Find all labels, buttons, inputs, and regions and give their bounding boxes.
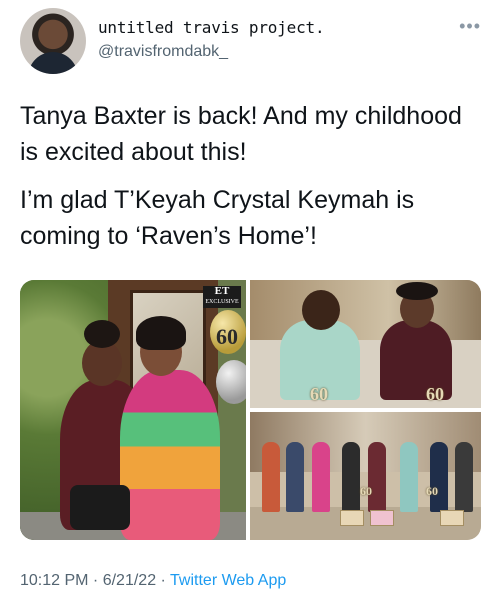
- source-app-link[interactable]: Twitter Web App: [170, 572, 286, 589]
- author-avatar[interactable]: [20, 8, 86, 74]
- author-handle[interactable]: @travisfromdabk_: [98, 43, 324, 61]
- tweet-paragraph-2: I’m glad T’Keyah Crystal Keymah is comin…: [20, 186, 415, 250]
- guest: [400, 442, 418, 512]
- avatar-shirt: [28, 52, 78, 74]
- meta-separator: ·: [88, 572, 103, 589]
- tweet-date[interactable]: 6/21/22: [103, 572, 156, 589]
- author-display-name[interactable]: untitled travis project.: [98, 18, 325, 37]
- woman-hair: [396, 282, 438, 300]
- more-options-icon[interactable]: •••: [459, 16, 481, 37]
- guest: [430, 442, 448, 512]
- tweet-time[interactable]: 10:12 PM: [20, 572, 88, 589]
- person-right-hair: [136, 316, 186, 350]
- photo-couch[interactable]: 60 60: [250, 280, 481, 408]
- man-head: [302, 290, 340, 330]
- balloon-60-right: 60: [426, 484, 438, 498]
- balloon: [216, 360, 246, 404]
- balloon-60: 60: [216, 324, 238, 349]
- person-left-hair: [84, 320, 120, 348]
- photo-party[interactable]: 60 60: [250, 412, 481, 540]
- meta-separator: ·: [156, 572, 171, 589]
- guest: [312, 442, 330, 512]
- et-logo: ET EXCLUSIVE: [203, 286, 241, 308]
- balloon-60-right: 60: [426, 384, 444, 404]
- et-logo-text: ET: [214, 285, 230, 297]
- gift-box: [370, 510, 394, 526]
- person-right-dress: [120, 370, 220, 540]
- handbag: [70, 485, 130, 530]
- gift-box: [340, 510, 364, 526]
- gift-box: [440, 510, 464, 526]
- guest: [262, 442, 280, 512]
- tweet-text: Tanya Baxter is back! And my childhood i…: [20, 98, 485, 266]
- tweet-header: untitled travis project. @travisfromdabk…: [20, 8, 485, 74]
- guest: [455, 442, 473, 512]
- balloon-60-left: 60: [310, 384, 328, 404]
- et-logo-sub: EXCLUSIVE: [205, 299, 239, 305]
- tweet-paragraph-1: Tanya Baxter is back! And my childhood i…: [20, 102, 462, 166]
- author-names: untitled travis project. @travisfromdabk…: [98, 18, 325, 61]
- balloon-60-left: 60: [360, 484, 372, 498]
- guest: [368, 442, 386, 512]
- guest: [342, 442, 360, 512]
- media-grid: ET EXCLUSIVE 60 60 60 60 60: [20, 280, 481, 540]
- photo-hug[interactable]: ET EXCLUSIVE 60: [20, 280, 246, 540]
- guest: [286, 442, 304, 512]
- tweet-meta: 10:12 PM · 6/21/22 · Twitter Web App: [20, 572, 286, 590]
